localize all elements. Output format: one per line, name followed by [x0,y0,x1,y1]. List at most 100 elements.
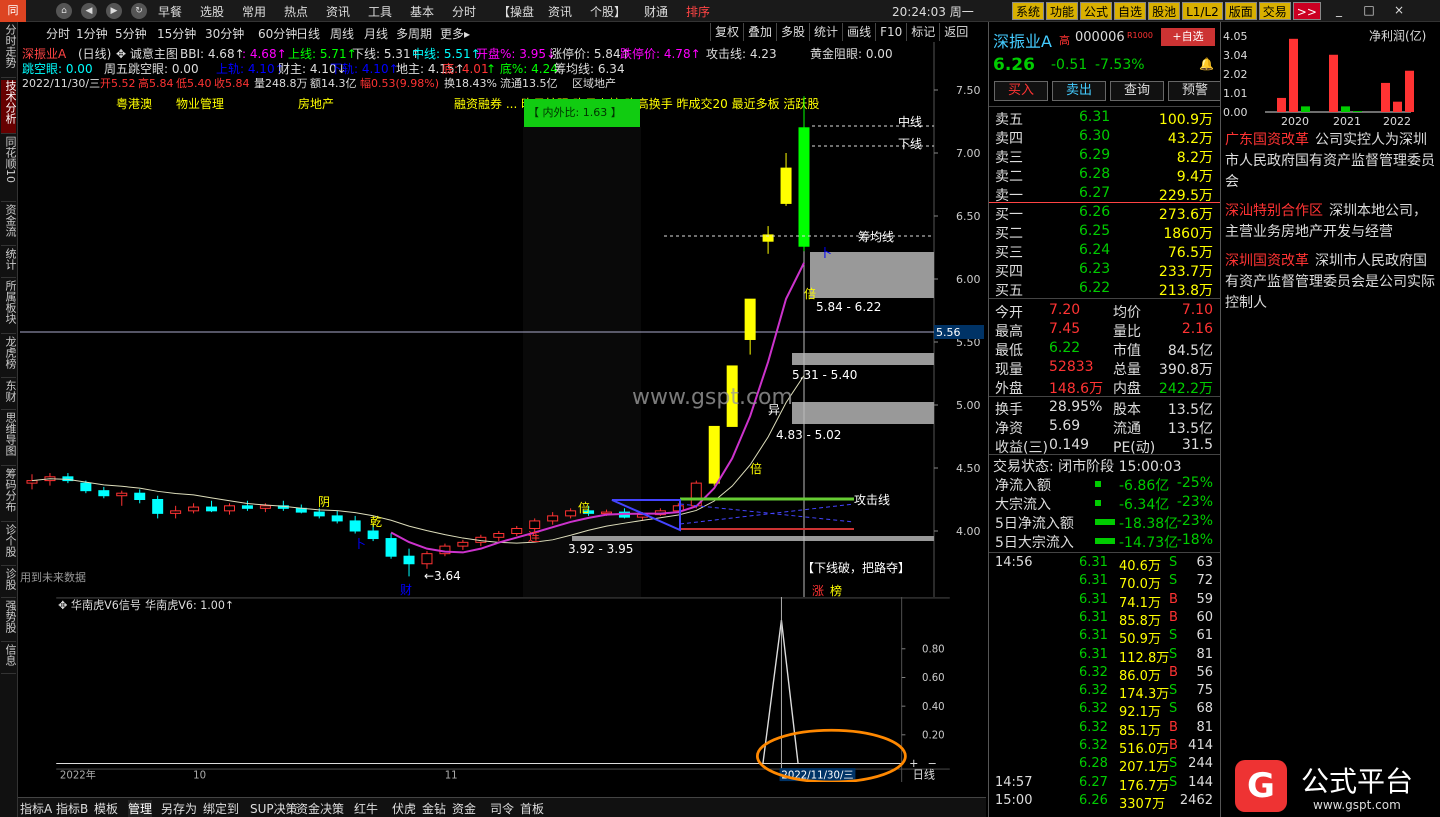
minimize-icon[interactable]: _ [1330,3,1348,17]
chart-tool-3[interactable]: 统计 [809,23,842,41]
chart-tool-2[interactable]: 多股 [776,23,809,41]
bottom-tab-7[interactable]: 资金决策 [296,800,344,817]
bottom-tab-0[interactable]: 指标A [20,800,52,817]
trade-btn-1[interactable]: 卖出 [1052,81,1106,101]
bottom-tab-5[interactable]: 绑定到 [203,800,239,817]
period-10[interactable]: 更多▸ [440,25,470,42]
profit-bar-0 [1277,97,1286,112]
menu-item-3[interactable]: 热点 [284,3,308,20]
period-6[interactable]: 日线 [296,25,320,42]
info2-8: 筹均线: 6.34 [554,62,625,76]
profit-x-label-2: 2022 [1383,115,1411,128]
chart-tool-5[interactable]: F10 [875,23,906,41]
tag-name-0[interactable]: 广东国资改革 [1225,132,1309,148]
indicator-chart[interactable]: ✥ 华南虎V6信号 华南虎V6: 1.00↑ 0.80 0.60 0.40 0.20 202… [20,597,986,782]
bottom-tab-2[interactable]: 模板 [94,800,118,817]
left-tab-11[interactable]: 诊股 [1,568,17,598]
left-tab-3[interactable]: 资金流 [1,204,17,246]
bottom-tab-3[interactable]: 管理 [128,800,153,817]
period-1[interactable]: 1分钟 [76,25,108,42]
bottom-tab-9[interactable]: 伏虎 [392,800,416,817]
left-tab-2[interactable]: 同花顺10 [1,136,17,202]
menu-item-12[interactable]: 排序 [686,3,710,20]
chart-tool-7[interactable]: 返回 [939,23,972,41]
trade-btn-3[interactable]: 预警 [1168,81,1222,101]
bottom-tab-11[interactable]: 资金 [452,800,476,817]
tag-block-2: 深圳国资改革 深圳市人民政府国有资产监督管理委员会是公司实际控制人 [1225,251,1437,314]
chart-tool-4[interactable]: 画线 [842,23,875,41]
bottom-tab-1[interactable]: 指标B [56,800,88,817]
kline-chart[interactable]: 深振业A (日线) ✥ 诚意主图 BBI: 4.68↑: 4.68↑ 上线: 5.71↑… [20,42,986,597]
add-watch-button[interactable]: +自选 [1161,28,1215,46]
tool-button-2[interactable]: 公式 [1080,2,1113,20]
bottom-tab-8[interactable]: 红牛 [354,800,378,817]
chart-tool-6[interactable]: 标记 [906,23,939,41]
left-tab-5[interactable]: 所属板块 [1,280,17,334]
period-0[interactable]: 分时 [46,25,70,42]
period-3[interactable]: 15分钟 [157,25,196,42]
tool-button-7[interactable]: 交易 [1258,2,1291,20]
menu-item-11[interactable]: 财通 [644,3,668,20]
left-tab-7[interactable]: 东财 [1,380,17,410]
tool-button-6[interactable]: 版面 [1224,2,1257,20]
period-4[interactable]: 30分钟 [205,25,244,42]
menu-item-8[interactable]: 【操盘 [498,3,534,20]
period-7[interactable]: 周线 [330,25,354,42]
tick-vol-7: 174.3万 [1119,687,1170,703]
close-icon[interactable]: × [1390,3,1408,17]
candle-body-4 [98,490,110,497]
left-tab-6[interactable]: 龙虎榜 [1,336,17,378]
tag-name-2[interactable]: 深圳国资改革 [1225,253,1309,269]
tool-button-3[interactable]: 自选 [1114,2,1147,20]
menu-item-5[interactable]: 工具 [368,3,392,20]
trade-btn-2[interactable]: 查询 [1110,81,1164,101]
left-tab-8[interactable]: 思维导图 [1,412,17,466]
menu-item-0[interactable]: 早餐 [158,3,182,20]
menu-item-10[interactable]: 个股】 [590,3,626,20]
home-icon[interactable]: ⌂ [56,3,72,19]
maximize-icon[interactable]: □ [1360,3,1378,17]
trade-btn-0[interactable]: 买入 [994,81,1048,101]
bottom-tab-6[interactable]: SUP决策 [250,800,298,817]
candle-body-43 [798,127,810,247]
zoom-in-button[interactable]: + [909,757,918,770]
menu-item-4[interactable]: 资讯 [326,3,350,20]
left-tab-4[interactable]: 统计 [1,248,17,278]
left-tab-10[interactable]: 诊个股 [1,524,17,566]
chart-tool-1[interactable]: 叠加 [743,23,776,41]
ind-value: 华南虎V6: 1.00↑ [145,598,234,612]
left-tab-0[interactable]: 分时走势 [1,24,17,78]
forward-icon[interactable]: ▶ [106,3,122,19]
menu-item-7[interactable]: 分时 [452,3,476,20]
period-8[interactable]: 月线 [364,25,388,42]
left-tab-1[interactable]: 技术分析 [1,80,17,134]
left-tab-13[interactable]: 信息 [1,644,17,674]
back-icon[interactable]: ◀ [81,3,97,19]
period-2[interactable]: 5分钟 [115,25,147,42]
tool-button-8[interactable]: >> [1292,2,1321,20]
left-tab-12[interactable]: 强势股 [1,600,17,642]
bell-icon[interactable]: 🔔 [1199,57,1214,71]
tick-row-2: 6.31 74.1万 B 59 [995,592,1217,611]
tag-name-1[interactable]: 深汕特别合作区 [1225,203,1323,219]
tool-button-5[interactable]: L1/L2 [1182,2,1223,20]
left-tab-9[interactable]: 筹码分布 [1,468,17,522]
info3-5: 量248.8万 [254,77,308,90]
bottom-tab-13[interactable]: 首板 [520,800,544,817]
menu-item-9[interactable]: 资讯 [548,3,572,20]
bottom-tab-4[interactable]: 另存为 [161,800,197,817]
zoom-out-button[interactable]: − [928,757,937,770]
period-5[interactable]: 60分钟 [258,25,297,42]
menu-item-1[interactable]: 选股 [200,3,224,20]
tool-button-4[interactable]: 股池 [1148,2,1181,20]
bottom-tab-12[interactable]: 司令 [490,800,514,817]
menu-item-2[interactable]: 常用 [242,3,266,20]
toolbar-buttons: 系统 功能 公式 自选 股池 L1/L2 版面 交易 >> [1012,2,1323,20]
menu-item-6[interactable]: 基本 [410,3,434,20]
tool-button-0[interactable]: 系统 [1012,2,1045,20]
refresh-icon[interactable]: ↻ [131,3,147,19]
chart-tool-0[interactable]: 复权 [710,23,743,41]
period-9[interactable]: 多周期 [396,25,432,42]
tool-button-1[interactable]: 功能 [1046,2,1079,20]
bottom-tab-10[interactable]: 金钻 [422,800,446,817]
